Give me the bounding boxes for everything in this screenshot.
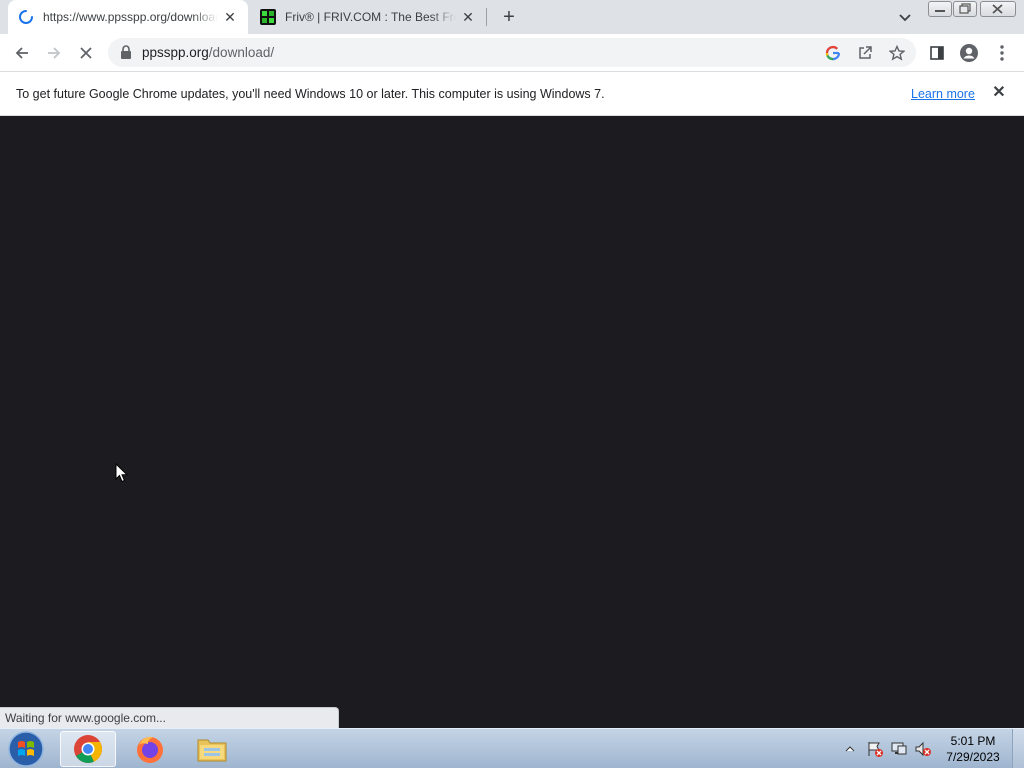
action-center-icon[interactable] (866, 729, 884, 768)
taskbar: 5:01 PM 7/29/2023 (0, 728, 1024, 768)
loading-spinner-icon (18, 9, 34, 25)
back-arrow-icon (15, 47, 28, 59)
new-tab-button[interactable]: + (498, 6, 520, 28)
stop-icon (80, 47, 92, 59)
share-icon[interactable] (856, 44, 874, 62)
learn-more-link[interactable]: Learn more (911, 87, 975, 101)
tab-title: Friv® | FRIV.COM : The Best Free Games (285, 10, 456, 24)
tab-ppsspp[interactable]: https://www.ppsspp.org/downloads/ ✕ (8, 0, 248, 34)
update-infobar: To get future Google Chrome updates, you… (0, 71, 1024, 116)
chevron-down-icon[interactable] (896, 8, 914, 26)
file-explorer-icon (197, 739, 227, 762)
tab-close-icon[interactable]: ✕ (222, 9, 238, 25)
tab-title: https://www.ppsspp.org/downloads/ (43, 10, 218, 24)
tab-separator (486, 8, 487, 26)
lock-icon (121, 45, 131, 59)
side-panel-button[interactable] (924, 40, 950, 66)
clock-date: 7/29/2023 (946, 750, 1000, 764)
url-text[interactable]: ppsspp.org/download/ (142, 45, 274, 60)
volume-muted-icon[interactable] (914, 729, 932, 768)
side-panel-icon (930, 46, 944, 60)
status-bubble: Waiting for www.google.com... (0, 707, 339, 728)
stop-loading-button[interactable] (73, 40, 99, 66)
chevron-up-icon (845, 746, 855, 752)
friv-favicon-icon (260, 9, 276, 25)
taskbar-chrome[interactable] (60, 731, 116, 767)
network-icon[interactable] (890, 729, 908, 768)
system-clock[interactable]: 5:01 PM 7/29/2023 (938, 733, 1008, 765)
chrome-icon (74, 735, 102, 763)
page-content[interactable] (0, 116, 1024, 728)
firefox-icon (137, 736, 163, 763)
back-button[interactable] (9, 40, 35, 66)
tab-friv[interactable]: Friv® | FRIV.COM : The Best Free Games ✕ (250, 0, 486, 34)
browser-toolbar: ppsspp.org/download/ (0, 34, 1024, 71)
restore-button[interactable] (953, 1, 977, 17)
taskbar-firefox[interactable] (122, 731, 178, 767)
clock-time: 5:01 PM (950, 734, 996, 748)
tab-close-icon[interactable]: ✕ (460, 9, 476, 25)
google-lens-icon[interactable] (824, 44, 842, 62)
url-path: /download/ (208, 45, 275, 60)
infobar-close-icon[interactable]: ✕ (991, 85, 1007, 101)
tray-overflow-button[interactable] (844, 729, 856, 768)
profile-button[interactable] (956, 40, 982, 66)
windows-logo-icon (8, 731, 44, 767)
address-bar[interactable]: ppsspp.org/download/ (108, 38, 916, 67)
taskbar-file-explorer[interactable] (184, 731, 240, 767)
minimize-button[interactable] (928, 1, 952, 17)
infobar-message: To get future Google Chrome updates, you… (16, 87, 605, 101)
forward-button[interactable] (41, 40, 67, 66)
profile-avatar-icon (960, 44, 978, 62)
kebab-menu-icon (1000, 45, 1004, 61)
window-close-button[interactable] (980, 1, 1016, 17)
menu-button[interactable] (989, 40, 1015, 66)
tab-strip: https://www.ppsspp.org/downloads/ ✕ Friv… (0, 0, 1024, 34)
bookmark-star-icon[interactable] (888, 44, 906, 62)
forward-arrow-icon (48, 47, 61, 59)
show-desktop-button[interactable] (1012, 729, 1024, 768)
start-button[interactable] (6, 730, 46, 768)
mouse-pointer-icon (115, 463, 129, 483)
url-host: ppsspp.org (142, 45, 209, 60)
